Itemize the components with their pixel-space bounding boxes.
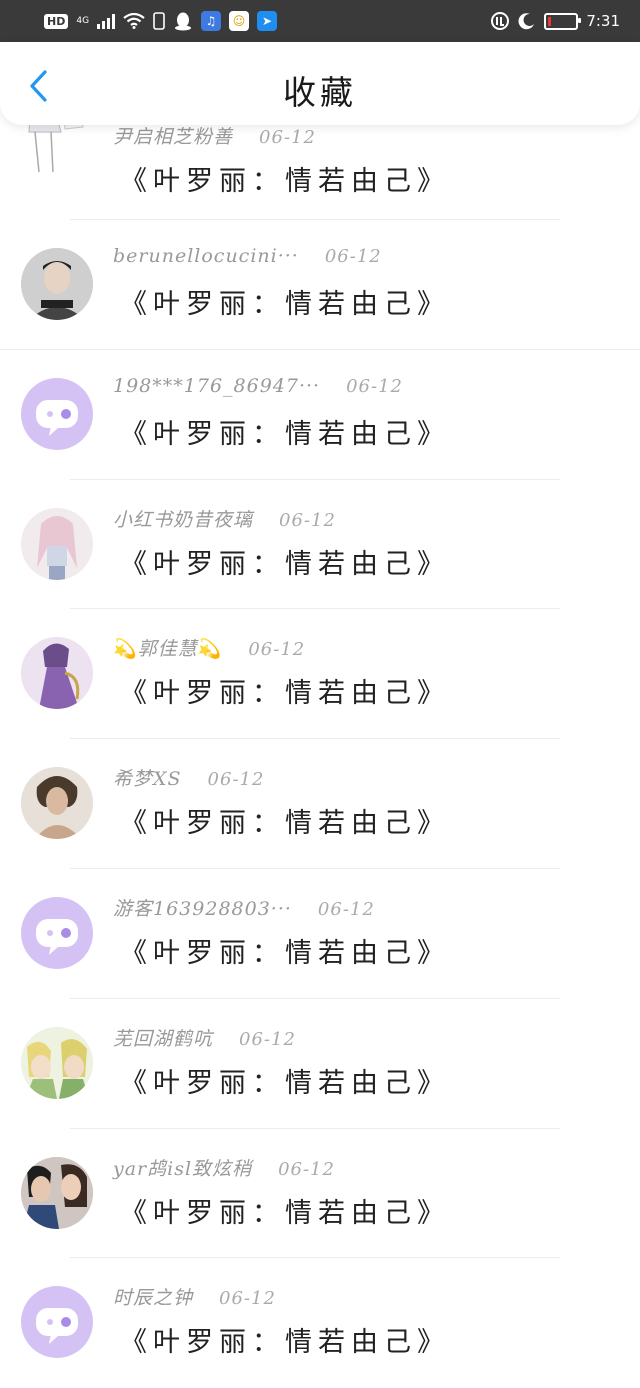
favorite-date: 06-12 xyxy=(279,509,336,531)
book-title[interactable]: 《叶罗丽：情若由己》 xyxy=(120,671,450,710)
music-app-icon: ♫ xyxy=(201,11,222,31)
page-title: 收藏 xyxy=(283,73,357,112)
favorite-date: 06-12 xyxy=(259,127,316,148)
battery-icon xyxy=(544,12,582,30)
user-name: 游客163928803··· 06-12 xyxy=(113,894,375,921)
avatar[interactable] xyxy=(21,896,93,969)
chat-bubble-icon xyxy=(36,399,78,436)
phone-icon xyxy=(153,12,165,30)
sparkle-icon: 💫 xyxy=(197,638,223,661)
user-name-text: 小红书奶昔夜璃 xyxy=(113,508,254,531)
status-time: 7:31 xyxy=(586,12,620,30)
avatar[interactable] xyxy=(21,507,93,580)
sparkle-icon: 💫 xyxy=(113,638,138,661)
list-item[interactable]: berunellocucini··· 06-12 《叶罗丽：情若由己》 xyxy=(0,220,640,350)
chat-bubble-icon xyxy=(36,918,78,955)
user-name-text: 希梦XS xyxy=(113,768,182,791)
user-name: 198***176_86947··· 06-12 xyxy=(113,375,403,397)
network-type: 4G xyxy=(76,15,90,26)
user-name: yar鸪isl致炫稍 06-12 xyxy=(113,1154,335,1181)
favorite-date: 06-12 xyxy=(346,375,403,397)
signal-icon xyxy=(97,13,116,29)
status-bar-left: HD 4G ♫ ☺ ➤ xyxy=(44,11,278,31)
book-title[interactable]: 《叶罗丽：情若由己》 xyxy=(120,159,450,198)
user-name-text: berunellocucini··· xyxy=(113,245,299,267)
avatar[interactable] xyxy=(21,1026,93,1099)
favorite-date: 06-12 xyxy=(278,1158,335,1180)
user-name-text: 芜回湖鹤吭 xyxy=(113,1027,214,1050)
favorites-list: 尹启相芝粉善 06-12 《叶罗丽：情若由己》 berunellocucini··… xyxy=(0,87,640,1388)
user-name: 尹启相芝粉善 06-12 xyxy=(113,122,316,149)
moon-icon xyxy=(518,13,535,30)
avatar[interactable] xyxy=(21,1286,93,1359)
navigation-app-icon: ➤ xyxy=(257,11,278,31)
avatar[interactable] xyxy=(21,767,93,840)
list-item[interactable]: 198***176_86947··· 06-12 《叶罗丽：情若由己》 xyxy=(0,350,640,480)
user-name: 希梦XS 06-12 xyxy=(113,764,264,791)
emoji-app-icon: ☺ xyxy=(229,11,250,31)
hd-indicator: HD xyxy=(44,13,69,29)
favorite-date: 06-12 xyxy=(219,1288,276,1310)
user-name-text: 时辰之钟 xyxy=(113,1287,194,1310)
avatar[interactable] xyxy=(21,248,93,320)
data-saver-icon xyxy=(491,12,510,30)
book-title[interactable]: 《叶罗丽：情若由己》 xyxy=(120,282,450,321)
book-title[interactable]: 《叶罗丽：情若由己》 xyxy=(120,1320,450,1359)
user-name-text: 尹启相芝粉善 xyxy=(113,126,234,148)
favorite-date: 06-12 xyxy=(317,898,375,920)
user-name: 时辰之钟 06-12 xyxy=(113,1283,276,1310)
qq-icon xyxy=(173,11,193,31)
favorite-date: 06-12 xyxy=(324,246,382,267)
book-title[interactable]: 《叶罗丽：情若由己》 xyxy=(120,931,450,970)
book-title[interactable]: 《叶罗丽：情若由己》 xyxy=(120,1061,450,1100)
favorite-date: 06-12 xyxy=(207,769,265,791)
list-item[interactable]: 游客163928803··· 06-12 《叶罗丽：情若由己》 xyxy=(0,869,640,999)
user-name: berunellocucini··· 06-12 xyxy=(113,245,382,267)
wifi-icon xyxy=(123,13,145,29)
list-item[interactable]: yar鸪isl致炫稍 06-12 《叶罗丽：情若由己》 xyxy=(0,1129,640,1259)
user-name: 芜回湖鹤吭 06-12 xyxy=(113,1024,296,1051)
favorite-date: 06-12 xyxy=(248,639,306,661)
book-title[interactable]: 《叶罗丽：情若由己》 xyxy=(120,801,450,840)
user-name: 小红书奶昔夜璃 06-12 xyxy=(113,505,336,532)
avatar[interactable] xyxy=(21,1156,93,1229)
book-title[interactable]: 《叶罗丽：情若由己》 xyxy=(120,412,450,451)
avatar[interactable] xyxy=(21,637,93,710)
user-name-text: 游客163928803··· xyxy=(113,897,292,920)
list-item[interactable]: 💫郭佳慧💫 06-12 《叶罗丽：情若由己》 xyxy=(0,609,640,740)
status-bar-right: 7:31 xyxy=(490,11,620,31)
user-name-text: 198***176_86947··· xyxy=(113,374,321,397)
list-item[interactable]: 希梦XS 06-12 《叶罗丽：情若由己》 xyxy=(0,739,640,869)
user-name: 💫郭佳慧💫 06-12 xyxy=(113,634,305,661)
list-item[interactable]: 时辰之钟 06-12 《叶罗丽：情若由己》 xyxy=(0,1258,640,1388)
favorite-date: 06-12 xyxy=(239,1028,296,1050)
book-title[interactable]: 《叶罗丽：情若由己》 xyxy=(120,542,450,581)
list-item[interactable]: 小红书奶昔夜璃 06-12 《叶罗丽：情若由己》 xyxy=(0,480,640,610)
avatar[interactable] xyxy=(21,377,93,450)
chat-bubble-icon xyxy=(36,1308,78,1345)
user-name-text: yar鸪isl致炫稍 xyxy=(113,1157,253,1180)
user-name-text: 郭佳慧 xyxy=(137,638,198,661)
page-header: 收藏 xyxy=(0,42,640,125)
status-bar: HD 4G ♫ ☺ ➤ 7:31 xyxy=(0,0,640,42)
list-item[interactable]: 芜回湖鹤吭 06-12 《叶罗丽：情若由己》 xyxy=(0,999,640,1129)
book-title[interactable]: 《叶罗丽：情若由己》 xyxy=(120,1191,450,1230)
